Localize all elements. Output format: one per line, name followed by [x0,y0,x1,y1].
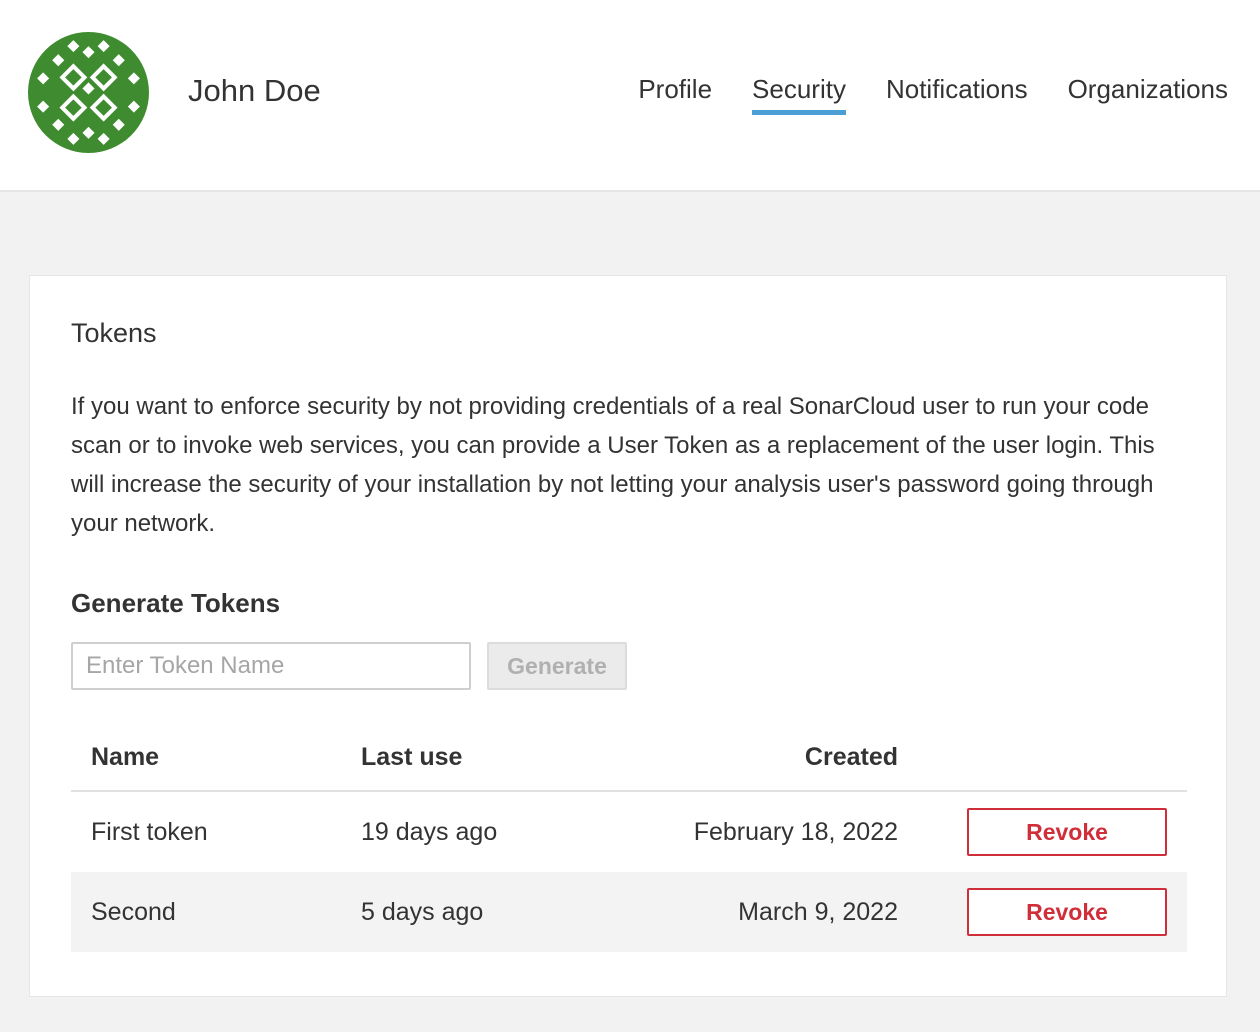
tokens-title: Tokens [71,318,157,348]
token-name-input[interactable] [71,642,471,690]
tab-notifications[interactable]: Notifications [886,74,1028,115]
token-name: Second [71,872,361,952]
revoke-button[interactable]: Revoke [967,808,1167,856]
generate-tokens-heading: Generate Tokens [71,588,281,618]
table-row: Second 5 days ago March 9, 2022 Revoke [71,872,1187,952]
column-header-name: Name [71,724,361,792]
token-action-cell: Revoke [898,872,1187,952]
tokens-description: If you want to enforce security by not p… [71,393,1155,537]
tab-organizations[interactable]: Organizations [1068,74,1228,115]
table-row: First token 19 days ago February 18, 202… [71,791,1187,872]
column-header-last-use: Last use [361,724,601,792]
token-last-use: 5 days ago [361,872,601,952]
revoke-button[interactable]: Revoke [967,888,1167,936]
token-action-cell: Revoke [898,791,1187,872]
token-created: March 9, 2022 [601,872,898,952]
generate-button[interactable]: Generate [487,642,627,690]
account-nav: Profile Security Notifications Organizat… [638,74,1228,115]
user-avatar [28,32,149,153]
tab-security[interactable]: Security [752,74,846,115]
generate-form: Generate [71,642,1187,690]
column-header-action [898,724,1187,792]
token-name: First token [91,817,208,846]
tokens-table: Name Last use Created First token 19 day… [71,724,1187,952]
page-header: John Doe Profile Security Notifications … [0,0,1260,192]
column-header-created: Created [601,724,898,792]
token-created: February 18, 2022 [693,817,898,846]
table-header-row: Name Last use Created [71,724,1187,792]
tab-profile[interactable]: Profile [638,74,712,115]
user-name: John Doe [188,73,321,108]
tokens-card: Tokens If you want to enforce security b… [29,275,1227,997]
token-last-use: 19 days ago [361,817,498,846]
